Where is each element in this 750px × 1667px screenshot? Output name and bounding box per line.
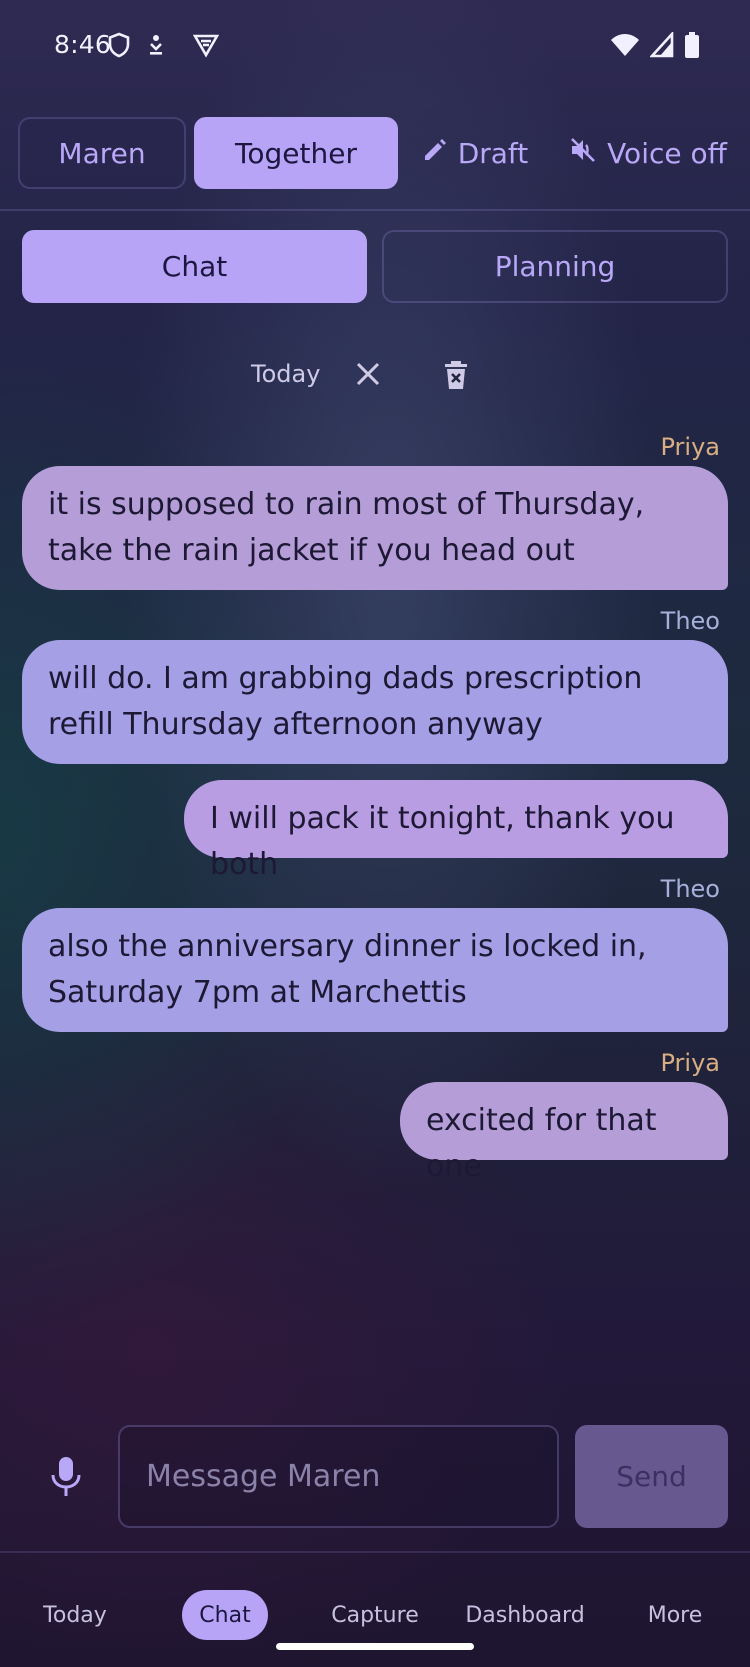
vpn-icon xyxy=(192,32,220,62)
message-text: also the anniversary dinner is locked in… xyxy=(48,929,647,1010)
trash-icon[interactable] xyxy=(442,360,470,394)
message-sender: Theo xyxy=(660,607,720,635)
message-bubble: will do. I am grabbing dads prescription… xyxy=(22,640,728,764)
header-divider xyxy=(0,209,750,211)
message-text: I will pack it tonight, thank you both xyxy=(210,801,675,882)
message-sender: Priya xyxy=(660,433,721,461)
battery-icon xyxy=(684,32,700,62)
nav-today-label: Today xyxy=(43,1602,107,1628)
draft-label: Draft xyxy=(457,136,529,170)
nav-capture-label: Capture xyxy=(331,1602,419,1628)
volume-off-icon xyxy=(569,136,597,171)
message-input[interactable] xyxy=(118,1425,559,1528)
mode-maren-label: Maren xyxy=(58,136,146,170)
signal-icon xyxy=(649,30,674,62)
message-text: it is supposed to rain most of Thursday,… xyxy=(48,487,645,568)
nav-dashboard[interactable]: Dashboard xyxy=(460,1590,590,1640)
message-sender: Priya xyxy=(660,1049,721,1077)
close-icon[interactable] xyxy=(354,360,382,392)
voice-toggle-button[interactable]: Voice off xyxy=(568,117,728,189)
message-bubble: also the anniversary dinner is locked in… xyxy=(22,908,728,1032)
tab-planning-label: Planning xyxy=(494,250,616,283)
tab-chat-label: Chat xyxy=(161,250,228,283)
tab-chat[interactable]: Chat xyxy=(22,230,367,303)
send-button[interactable]: Send xyxy=(575,1425,728,1528)
nav-today[interactable]: Today xyxy=(30,1590,120,1640)
nav-capture[interactable]: Capture xyxy=(320,1590,430,1640)
message-bubble: excited for that one xyxy=(400,1082,728,1184)
message-text: will do. I am grabbing dads prescription… xyxy=(48,661,643,742)
message-text: excited for that one xyxy=(426,1103,657,1184)
message-sender: Theo xyxy=(660,875,720,903)
tab-planning[interactable]: Planning xyxy=(382,230,728,303)
pencil-icon xyxy=(422,137,448,170)
mode-together-label: Together xyxy=(235,136,357,170)
nav-more-label: More xyxy=(647,1602,703,1628)
shield-icon xyxy=(108,32,130,62)
message-bubble: it is supposed to rain most of Thursday,… xyxy=(22,466,728,590)
download-icon xyxy=(147,32,165,62)
message-bubble-self: I will pack it tonight, thank you both xyxy=(184,780,728,882)
voice-label: Voice off xyxy=(607,136,727,170)
wifi-icon xyxy=(610,32,640,62)
send-label: Send xyxy=(616,1460,687,1493)
nav-divider xyxy=(0,1551,750,1553)
home-indicator[interactable] xyxy=(276,1643,474,1650)
nav-dashboard-label: Dashboard xyxy=(465,1602,585,1628)
status-time: 8:46 xyxy=(54,30,111,59)
session-label: Today xyxy=(251,360,321,388)
draft-button[interactable]: Draft xyxy=(420,117,530,189)
nav-chat[interactable]: Chat xyxy=(182,1590,268,1640)
nav-chat-label: Chat xyxy=(199,1602,251,1628)
microphone-icon[interactable] xyxy=(48,1455,84,1503)
mode-maren-button[interactable]: Maren xyxy=(18,117,186,189)
nav-more[interactable]: More xyxy=(630,1590,720,1640)
mode-together-button[interactable]: Together xyxy=(194,117,398,189)
